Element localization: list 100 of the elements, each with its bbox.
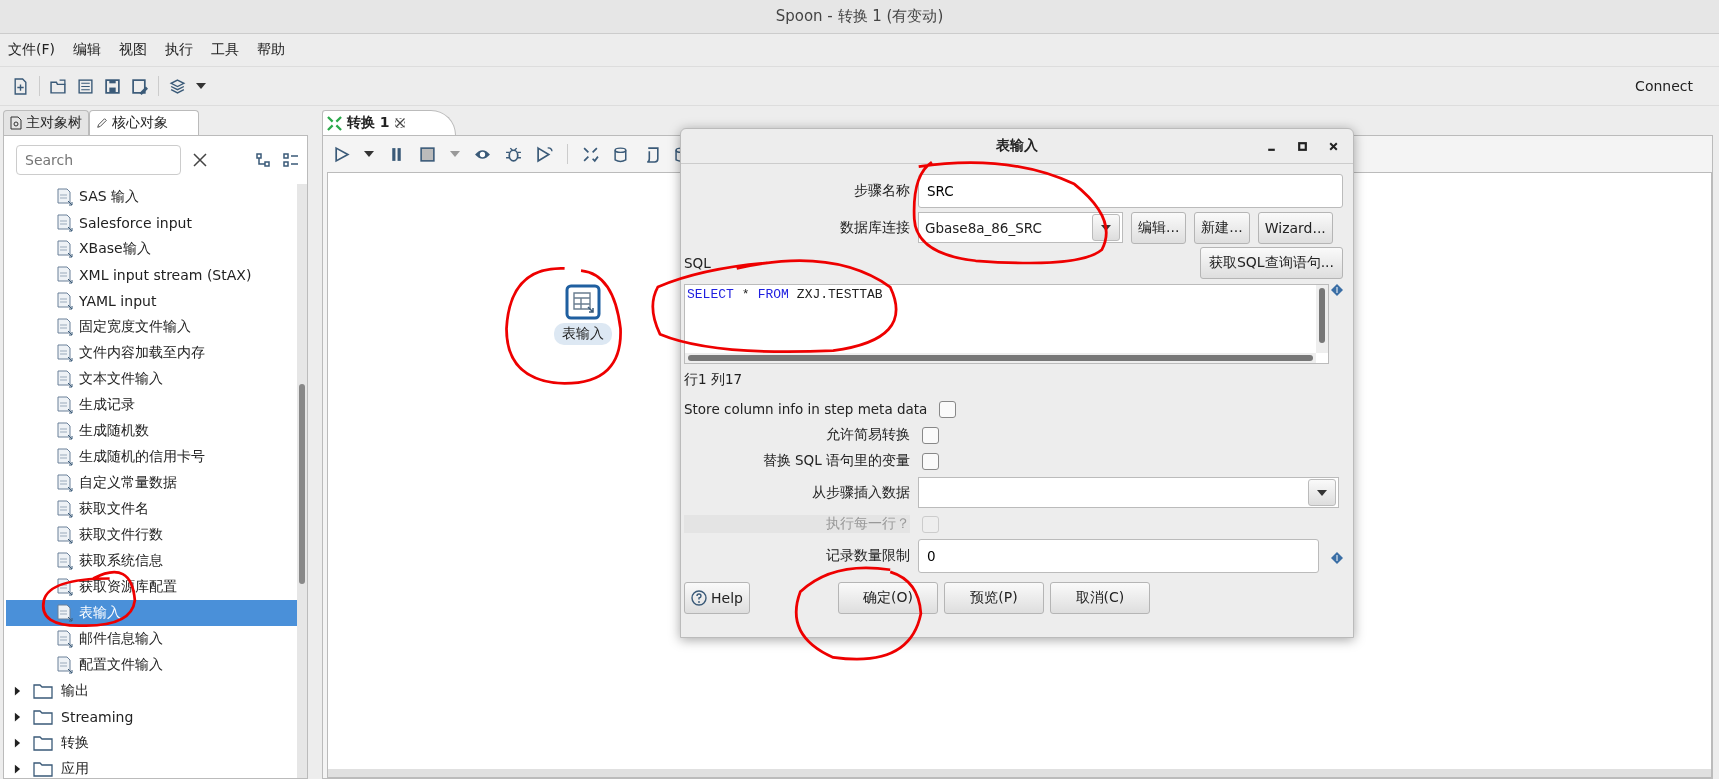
save-as-icon[interactable]: [131, 77, 148, 95]
expand-icon[interactable]: [14, 712, 21, 722]
help-button[interactable]: Help: [684, 582, 750, 614]
file-icon: [56, 656, 74, 674]
field-label: 记录数量限制: [825, 546, 910, 565]
tree-item[interactable]: 生成随机的信用卡号: [6, 444, 297, 470]
scrollbar[interactable]: [297, 184, 307, 778]
sql-label: SQL: [684, 255, 711, 271]
connection-button[interactable]: Wizard...: [1257, 211, 1333, 244]
close-icon[interactable]: [394, 118, 405, 128]
file-icon: [56, 214, 74, 232]
tree-item[interactable]: 生成记录: [6, 392, 297, 418]
folder-icon: [33, 735, 53, 751]
run-icon[interactable]: [333, 145, 350, 163]
tree-item[interactable]: 邮件信息输入: [6, 626, 297, 652]
caret-icon[interactable]: [364, 151, 374, 157]
tree-item[interactable]: 文件内容加载至内存: [6, 340, 297, 366]
panel-tab[interactable]: 主对象树: [3, 110, 89, 135]
file-icon: [56, 604, 74, 622]
expand-icon[interactable]: [14, 686, 21, 696]
document-icon: [10, 116, 22, 130]
debug-icon[interactable]: [505, 145, 522, 163]
get-sql-button[interactable]: 获取SQL查询语句...: [1199, 247, 1343, 279]
list-view-icon[interactable]: [283, 152, 299, 168]
expand-icon[interactable]: [14, 764, 21, 774]
tree-folder[interactable]: 输出: [4, 678, 297, 704]
verify-icon[interactable]: [582, 145, 599, 163]
expand-icon[interactable]: [14, 738, 21, 748]
maximize-icon[interactable]: [1297, 140, 1308, 152]
step-name-field[interactable]: SRC: [918, 173, 1343, 208]
field-label: Store column info in step meta data: [684, 401, 928, 417]
file-icon: [56, 396, 74, 414]
tree-item[interactable]: YAML input: [6, 288, 297, 314]
connection-button[interactable]: 新建...: [1194, 211, 1250, 244]
connection-dropdown[interactable]: Gbase8a_86_SRC: [918, 212, 1123, 243]
checkbox[interactable]: [922, 426, 939, 444]
connection-button[interactable]: 编辑...: [1131, 211, 1187, 244]
save-icon[interactable]: [104, 77, 121, 95]
menu-item[interactable]: 编辑: [73, 41, 101, 59]
tree-item[interactable]: 获取系统信息: [6, 548, 297, 574]
scrollbar[interactable]: [328, 769, 1711, 777]
field-label: 数据库连接: [839, 218, 910, 237]
clear-icon[interactable]: [193, 153, 207, 167]
sql-editor[interactable]: SELECT * FROM ZXJ.TESTTAB: [684, 284, 1329, 364]
checkbox[interactable]: [939, 400, 957, 418]
table-input-step-icon[interactable]: [565, 284, 601, 320]
file-icon: [56, 552, 74, 570]
cursor-position: 行1 列17: [684, 370, 744, 389]
file-icon: [56, 422, 74, 440]
dialog-button[interactable]: 预览(P): [943, 582, 1044, 614]
file-icon: [56, 292, 74, 310]
panel-tab[interactable]: 核心对象: [89, 110, 199, 135]
close-icon[interactable]: [1328, 140, 1339, 152]
editor-tab[interactable]: 转换 1: [322, 110, 456, 135]
tree-item[interactable]: XML input stream (StAX): [6, 262, 297, 288]
replay-icon[interactable]: [536, 145, 553, 163]
tree-item[interactable]: XBase输入: [6, 236, 297, 262]
search-field[interactable]: Search: [16, 145, 181, 175]
checkbox[interactable]: [922, 452, 939, 470]
step-label: 表输入: [554, 323, 612, 345]
transformation-icon: [327, 115, 342, 131]
tree-item[interactable]: 自定义常量数据: [6, 470, 297, 496]
menu-item[interactable]: 帮助: [257, 41, 285, 59]
tree-folder[interactable]: 应用: [4, 756, 297, 778]
dialog-button[interactable]: 取消(C): [1049, 582, 1150, 614]
tree-item[interactable]: 获取文件名: [6, 496, 297, 522]
tree-item[interactable]: 文本文件输入: [6, 366, 297, 392]
file-icon: [56, 578, 74, 596]
stop-icon[interactable]: [419, 145, 436, 163]
field-label: 从步骤插入数据: [811, 483, 910, 502]
connect-button[interactable]: Connect: [1629, 76, 1699, 96]
tree-folder[interactable]: Streaming: [4, 704, 297, 730]
field-label: 执行每一行？: [684, 515, 910, 533]
tree-item[interactable]: 固定宽度文件输入: [6, 314, 297, 340]
tree-item[interactable]: 配置文件输入: [6, 652, 297, 678]
menu-item[interactable]: 文件(F): [8, 41, 55, 59]
tree-item[interactable]: 获取文件行数: [6, 522, 297, 548]
menu-item[interactable]: 工具: [211, 41, 239, 59]
file-icon: [56, 526, 74, 544]
tree-folder[interactable]: 转换: [4, 730, 297, 756]
tree-item[interactable]: 生成随机数: [6, 418, 297, 444]
tree-item[interactable]: SAS 输入: [6, 184, 297, 210]
dialog-button[interactable]: 确定(O): [837, 582, 938, 614]
menu-item[interactable]: 执行: [165, 41, 193, 59]
tree-item[interactable]: Salesforce input: [6, 210, 297, 236]
variable-icon: [1331, 284, 1343, 296]
new-file-icon[interactable]: [12, 77, 29, 95]
menu-item[interactable]: 视图: [119, 41, 147, 59]
tree-view-icon[interactable]: [255, 152, 271, 168]
caret-icon[interactable]: [196, 83, 206, 89]
open-folder-icon[interactable]: [50, 77, 67, 95]
layers-icon[interactable]: [169, 77, 186, 95]
field-label: 步骤名称: [853, 181, 910, 200]
pencil-icon: [96, 116, 108, 130]
file-icon: [56, 318, 74, 336]
limit-field[interactable]: 0: [918, 538, 1319, 573]
list-icon[interactable]: [77, 77, 94, 95]
file-icon: [56, 630, 74, 648]
file-icon: [56, 188, 74, 206]
script-icon[interactable]: [644, 145, 661, 163]
